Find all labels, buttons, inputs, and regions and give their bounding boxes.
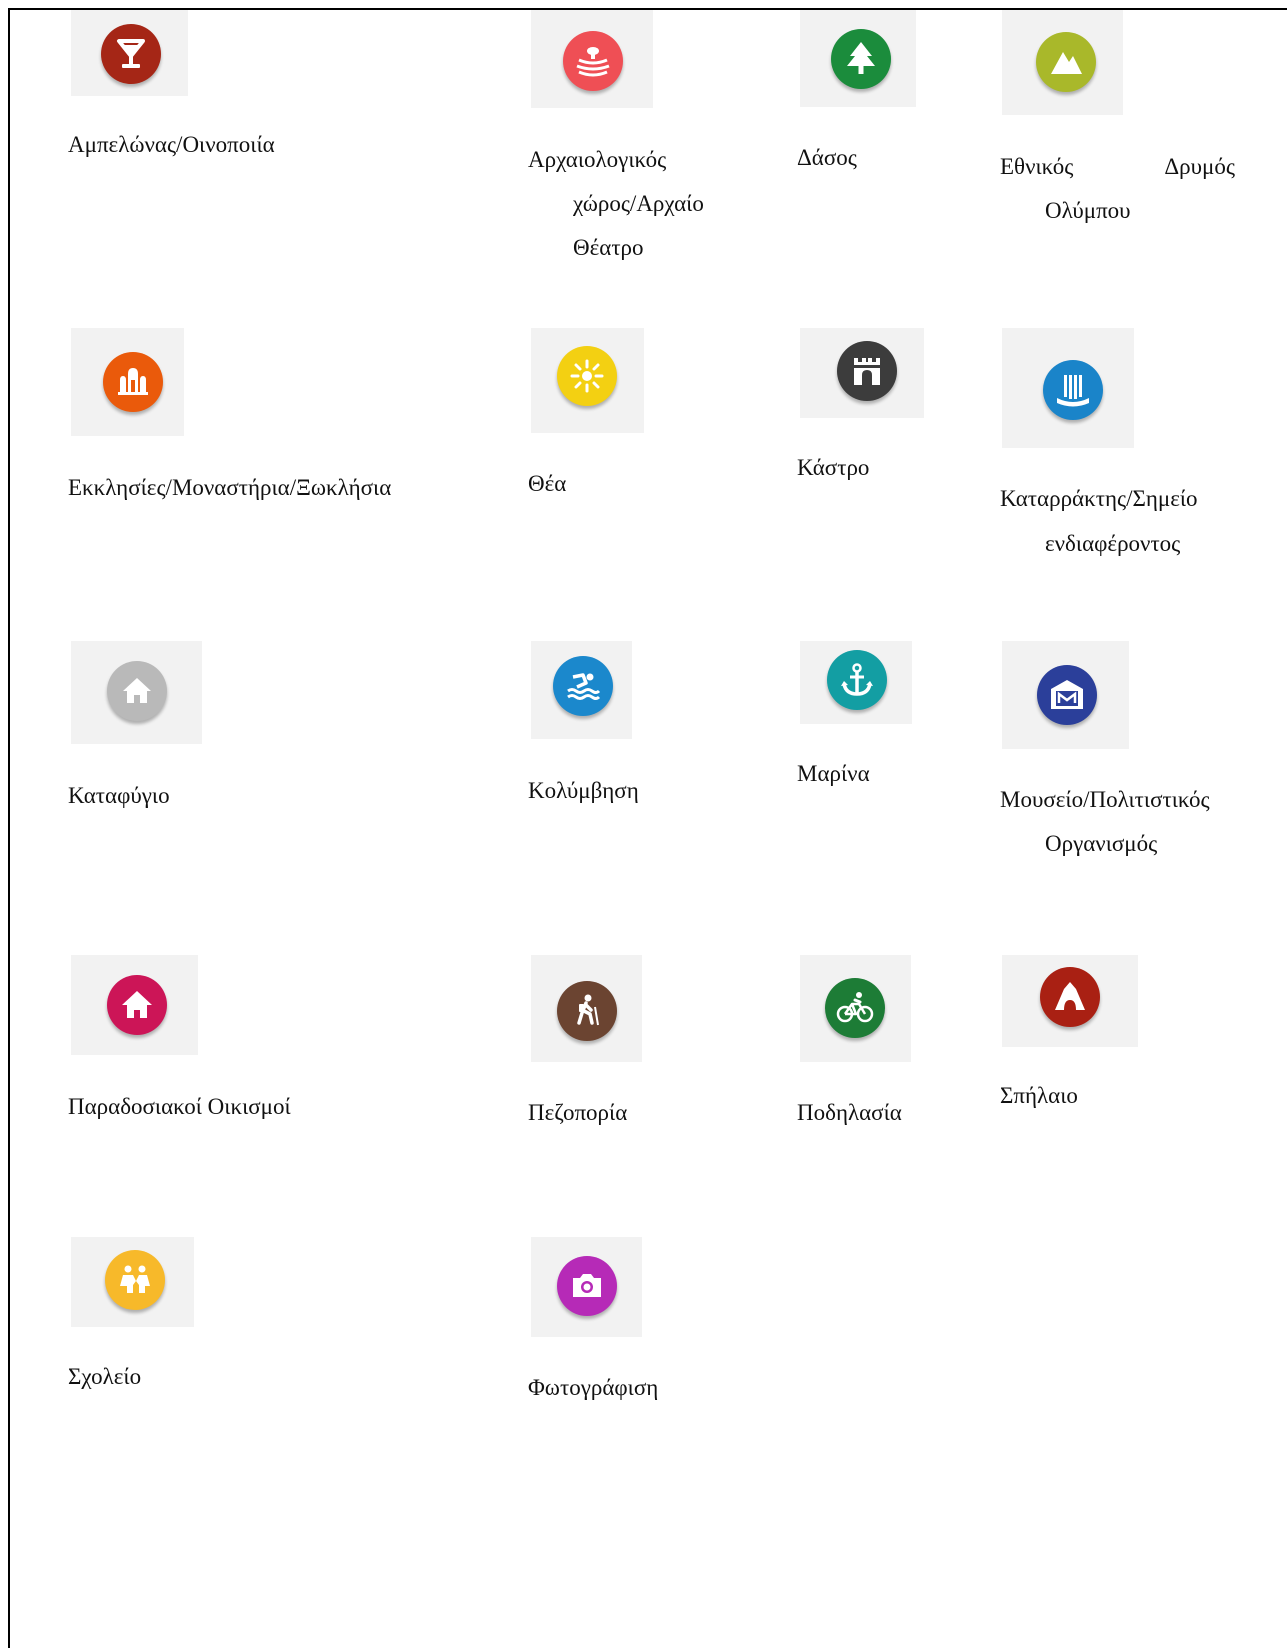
item-label: Καταρράκτης/Σημείο <box>1000 486 1198 511</box>
waterfall-icon <box>1043 360 1103 420</box>
item-label: Σπήλαιο <box>1000 1083 1078 1108</box>
item-label: Καταφύγιο <box>68 783 170 808</box>
tree-icon <box>831 29 891 89</box>
item-label: Αρχαιολογικός <box>528 147 667 172</box>
item-label: Κολύμβηση <box>528 778 639 803</box>
cycling-icon <box>825 978 885 1038</box>
hiking-icon <box>557 981 617 1041</box>
view-sun-icon <box>557 346 617 406</box>
item-label-word: Εθνικός <box>1000 154 1074 179</box>
item-label: Εθνικός Δρυμός <box>1000 145 1235 189</box>
museum-icon <box>1037 665 1097 725</box>
anchor-icon <box>827 650 887 710</box>
archaeological-site-icon <box>563 31 623 91</box>
item-label: χώρος/Αρχαίο <box>573 191 704 216</box>
village-house-icon <box>107 975 167 1035</box>
item-label: ενδιαφέροντος <box>1045 531 1181 556</box>
item-label: Ποδηλασία <box>797 1100 902 1125</box>
item-label: Ολύμπου <box>1045 198 1131 223</box>
wine-glass-icon <box>101 24 161 84</box>
item-label: Εκκλησίες/Μοναστήρια/Ξωκλήσια <box>68 475 392 500</box>
item-label: Σχολείο <box>68 1364 142 1389</box>
item-label: Μουσείο/Πολιτιστικός <box>1000 787 1210 812</box>
item-label-word: Δρυμός <box>1164 154 1235 179</box>
item-label: Μαρίνα <box>797 761 870 786</box>
church-icon <box>103 352 163 412</box>
mountain-icon <box>1036 32 1096 92</box>
school-children-icon <box>105 1250 165 1310</box>
cave-icon <box>1040 967 1100 1027</box>
shelter-house-icon <box>107 661 167 721</box>
item-label: Κάστρο <box>797 455 870 480</box>
camera-icon <box>557 1256 617 1316</box>
item-label: Θέα <box>528 471 567 496</box>
item-label: Πεζοπορία <box>528 1100 628 1125</box>
castle-icon <box>837 341 897 401</box>
item-label: Οργανισμός <box>1045 831 1158 856</box>
item-label: Παραδοσιακοί Οικισμοί <box>68 1094 291 1119</box>
item-label: Αμπελώνας/Οινοποιία <box>68 132 275 157</box>
item-label: Φωτογράφιση <box>528 1375 659 1400</box>
item-label: Δάσος <box>797 145 857 170</box>
item-label: Θέατρο <box>573 235 644 260</box>
swimming-icon <box>553 656 613 716</box>
